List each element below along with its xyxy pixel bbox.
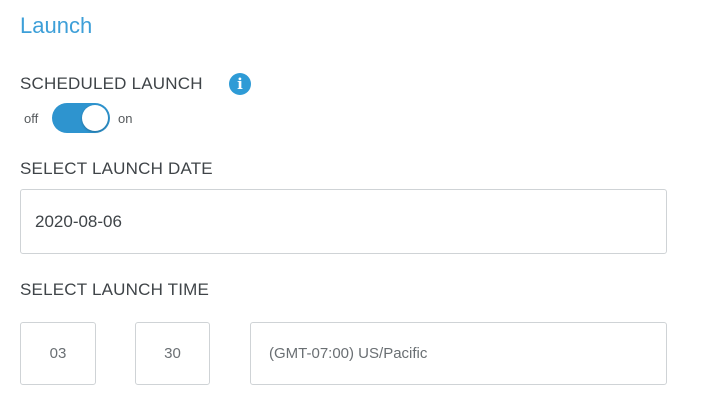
info-icon[interactable]: i xyxy=(229,73,251,95)
scheduled-launch-toggle[interactable] xyxy=(52,103,110,133)
launch-minute-input[interactable] xyxy=(135,322,210,385)
launch-hour-input[interactable] xyxy=(20,322,96,385)
toggle-knob xyxy=(82,105,108,131)
launch-settings-panel: Launch SCHEDULED LAUNCH i off on SELECT … xyxy=(0,0,702,399)
launch-date-label: SELECT LAUNCH DATE xyxy=(20,159,213,178)
toggle-on-label: on xyxy=(118,111,133,126)
launch-date-input[interactable] xyxy=(20,189,667,254)
section-title: Launch xyxy=(20,13,93,38)
toggle-off-label: off xyxy=(24,111,39,126)
scheduled-launch-label: SCHEDULED LAUNCH xyxy=(20,74,203,93)
timezone-select[interactable] xyxy=(250,322,667,385)
launch-time-label: SELECT LAUNCH TIME xyxy=(20,280,210,299)
